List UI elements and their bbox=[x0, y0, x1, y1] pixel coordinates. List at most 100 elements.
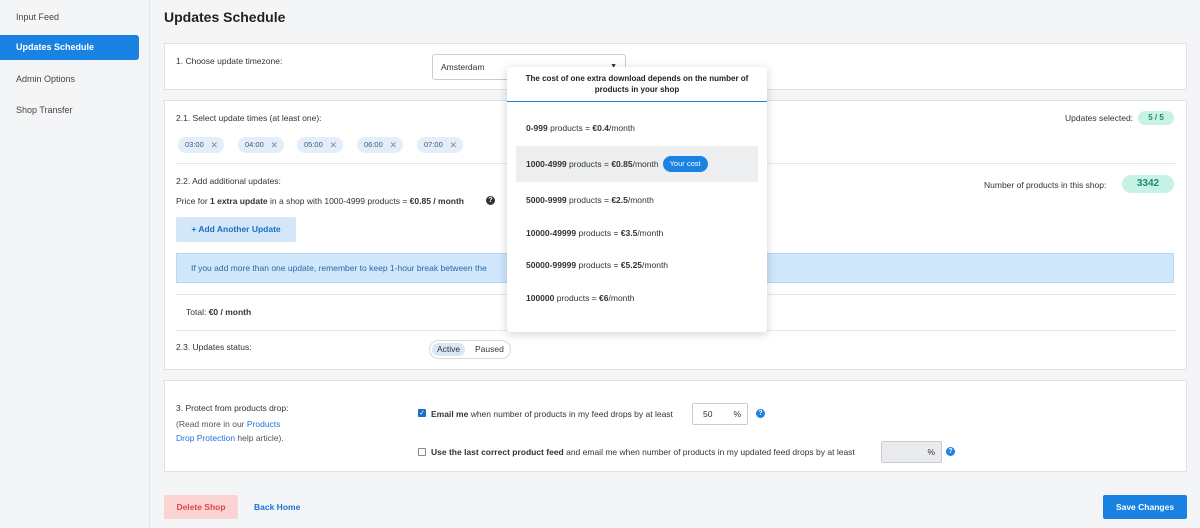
sidebar-item-admin-options[interactable]: Admin Options bbox=[0, 67, 139, 92]
price-value: €0.85 / month bbox=[409, 196, 464, 206]
last-feed-checkbox[interactable] bbox=[418, 448, 426, 456]
tier-range: 10000-49999 bbox=[526, 228, 577, 238]
question-icon[interactable]: ? bbox=[486, 196, 495, 205]
add-another-update-button[interactable]: + Add Another Update bbox=[176, 217, 296, 242]
price-bold: 1 extra update bbox=[210, 196, 268, 206]
email-threshold-value: 50 bbox=[703, 409, 713, 419]
price-tier: 50000-99999 products = €5.25/month bbox=[516, 247, 758, 283]
protect-help-line2: Drop Protection help article). bbox=[176, 433, 284, 443]
update-times-label: 2.1. Select update times (at least one): bbox=[176, 113, 322, 123]
tier-range: 5000-9999 bbox=[526, 195, 567, 205]
time-chip[interactable]: 06:00 ✕ bbox=[357, 137, 403, 153]
tier-mid: products = bbox=[576, 228, 621, 238]
sidebar: Input Feed Updates Schedule Admin Option… bbox=[0, 0, 150, 528]
time-chip-label: 03:00 bbox=[185, 140, 204, 149]
save-changes-button[interactable]: Save Changes bbox=[1103, 495, 1187, 519]
sidebar-item-input-feed[interactable]: Input Feed bbox=[0, 5, 139, 30]
last-feed-bold: Use the last correct product feed bbox=[431, 447, 564, 457]
close-icon[interactable]: ✕ bbox=[210, 137, 218, 153]
total-label: Total: bbox=[186, 307, 207, 317]
time-chip[interactable]: 03:00 ✕ bbox=[178, 137, 224, 153]
tier-mid: products = bbox=[547, 123, 593, 133]
last-feed-threshold-input[interactable]: % bbox=[881, 441, 942, 463]
protect-card: 3. Protect from products drop: (Read mor… bbox=[164, 380, 1187, 472]
tier-price: €0.85 bbox=[611, 159, 633, 169]
updates-status-toggle[interactable]: Active Paused bbox=[429, 340, 511, 359]
tier-unit: /month bbox=[608, 293, 635, 303]
email-me-text: Email me when number of products in my f… bbox=[431, 409, 673, 419]
updates-selected-label: Updates selected: bbox=[1065, 113, 1134, 123]
tier-price: €3.5 bbox=[620, 228, 638, 238]
popover-title: The cost of one extra download depends o… bbox=[507, 67, 767, 102]
price-prefix: Price for bbox=[176, 196, 211, 206]
tier-unit: /month bbox=[608, 123, 635, 133]
total-value: €0 / month bbox=[208, 307, 252, 317]
question-icon[interactable]: ? bbox=[946, 447, 955, 456]
email-me-checkbox[interactable]: ✓ bbox=[418, 409, 426, 417]
price-tier-current: 1000-4999 products = €0.85/month Your cos… bbox=[516, 146, 758, 182]
sidebar-item-updates-schedule[interactable]: Updates Schedule bbox=[0, 35, 139, 60]
price-tier: 0-999 products = €0.4/month bbox=[516, 110, 758, 146]
time-chip[interactable]: 05:00 ✕ bbox=[297, 137, 343, 153]
time-chip[interactable]: 07:00 ✕ bbox=[417, 137, 463, 153]
status-paused-option[interactable]: Paused bbox=[470, 343, 509, 356]
close-icon[interactable]: ✕ bbox=[270, 137, 278, 153]
additional-updates-label: 2.2. Add additional updates: bbox=[176, 176, 281, 186]
drop-protection-link[interactable]: Drop Protection bbox=[176, 433, 235, 443]
tier-unit: /month bbox=[637, 228, 664, 238]
tier-range: 100000 bbox=[526, 293, 555, 303]
tier-unit: /month bbox=[632, 159, 659, 169]
percent-sign: % bbox=[927, 447, 935, 457]
last-feed-rest: and email me when number of products in … bbox=[563, 447, 855, 457]
updates-selected-badge: 5 / 5 bbox=[1138, 111, 1174, 125]
question-icon[interactable]: ? bbox=[756, 409, 765, 418]
timezone-label: 1. Choose update timezone: bbox=[176, 56, 283, 66]
delete-shop-button[interactable]: Delete Shop bbox=[164, 495, 238, 519]
close-icon[interactable]: ✕ bbox=[449, 137, 457, 153]
email-threshold-input[interactable]: 50 % bbox=[692, 403, 748, 425]
tier-price: €2.5 bbox=[611, 195, 628, 205]
last-feed-text: Use the last correct product feed and em… bbox=[431, 447, 855, 457]
timezone-value: Amsterdam bbox=[441, 62, 485, 72]
tier-price: €6 bbox=[599, 293, 609, 303]
email-me-bold: Email me bbox=[431, 409, 469, 419]
protect-label: 3. Protect from products drop: bbox=[176, 403, 289, 413]
back-home-link[interactable]: Back Home bbox=[254, 495, 300, 519]
email-me-rest: when number of products in my feed drops… bbox=[468, 409, 673, 419]
total-row: Total: €0 / month bbox=[186, 307, 251, 317]
products-link[interactable]: Products bbox=[247, 419, 281, 429]
products-count-badge: 3342 bbox=[1122, 175, 1174, 193]
status-active-option[interactable]: Active bbox=[432, 343, 466, 356]
price-tier: 10000-49999 products = €3.5/month bbox=[516, 215, 758, 251]
pricing-popover: The cost of one extra download depends o… bbox=[507, 67, 767, 332]
time-chip-label: 05:00 bbox=[304, 140, 323, 149]
page-title: Updates Schedule bbox=[164, 9, 286, 25]
updates-status-label: 2.3. Updates status: bbox=[176, 342, 252, 352]
price-tier: 100000 products = €6/month bbox=[516, 280, 758, 316]
tier-price: €5.25 bbox=[620, 260, 643, 270]
your-cost-badge: Your cost bbox=[662, 155, 708, 172]
tier-unit: /month bbox=[642, 260, 669, 270]
tier-mid: products = bbox=[566, 159, 612, 169]
tier-range: 1000-4999 bbox=[526, 159, 567, 169]
close-icon[interactable]: ✕ bbox=[389, 137, 397, 153]
extra-update-price: Price for 1 extra update in a shop with … bbox=[176, 196, 464, 206]
tier-mid: products = bbox=[554, 293, 600, 303]
products-count-label: Number of products in this shop: bbox=[984, 180, 1107, 190]
protect-help-line1: (Read more in our Products bbox=[176, 419, 280, 429]
time-chip[interactable]: 04:00 ✕ bbox=[238, 137, 284, 153]
price-tier: 5000-9999 products = €2.5/month bbox=[516, 182, 758, 218]
tier-mid: products = bbox=[576, 260, 621, 270]
tier-price: €0.4 bbox=[592, 123, 609, 133]
tier-unit: /month bbox=[627, 195, 654, 205]
percent-sign: % bbox=[733, 409, 741, 419]
time-chip-label: 06:00 bbox=[364, 140, 383, 149]
time-chip-label: 07:00 bbox=[424, 140, 443, 149]
help-text: (Read more in our bbox=[176, 419, 247, 429]
tier-range: 50000-99999 bbox=[526, 260, 577, 270]
tier-mid: products = bbox=[566, 195, 612, 205]
close-icon[interactable]: ✕ bbox=[329, 137, 337, 153]
sidebar-item-shop-transfer[interactable]: Shop Transfer bbox=[0, 98, 139, 123]
time-chip-label: 04:00 bbox=[245, 140, 264, 149]
help-text-suffix: help article). bbox=[235, 433, 284, 443]
